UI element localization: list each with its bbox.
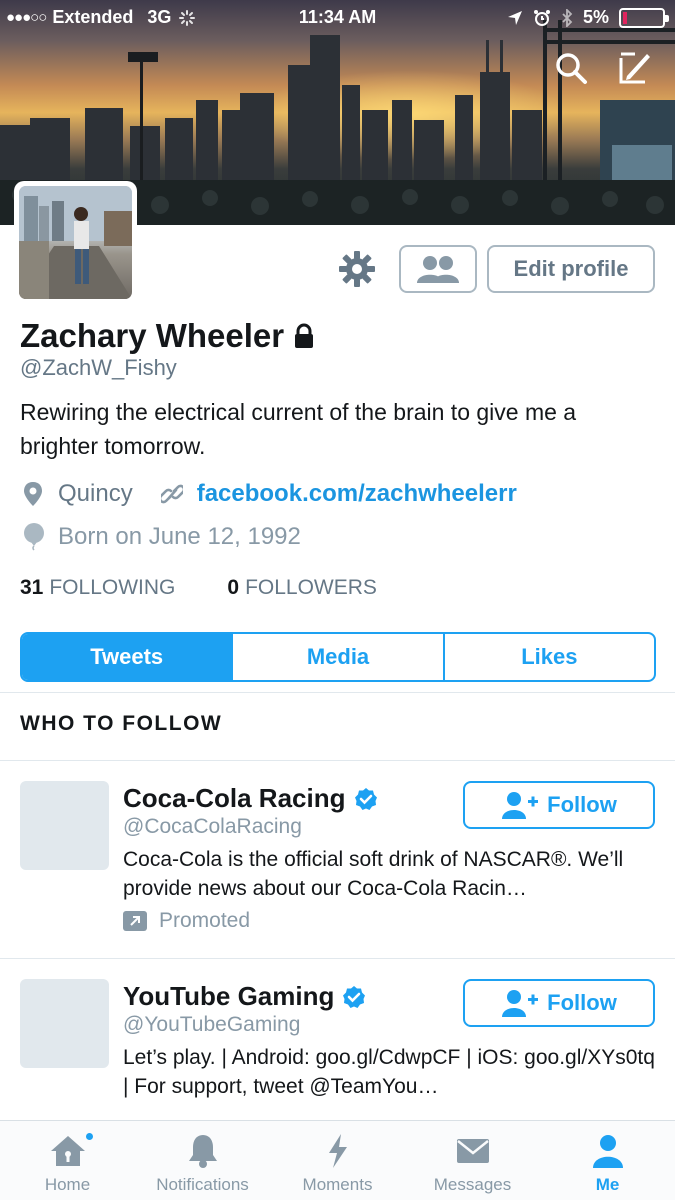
- follow-button-label: Follow: [547, 990, 617, 1015]
- follow-button-label: Follow: [547, 792, 617, 817]
- link-icon: [160, 484, 183, 504]
- following-count: 31: [20, 576, 44, 599]
- edit-profile-button[interactable]: Edit profile: [487, 245, 655, 293]
- nav-home[interactable]: Home: [0, 1121, 135, 1200]
- suggestion-name: YouTube Gaming: [123, 981, 335, 1011]
- bottom-tab-bar: Home Notifications Moments Messages Me: [0, 1120, 675, 1200]
- nav-me[interactable]: Me: [540, 1121, 675, 1200]
- nav-messages[interactable]: Messages: [405, 1121, 540, 1200]
- section-divider: [0, 760, 675, 761]
- add-user-icon: [502, 990, 539, 1017]
- location-arrow-icon: [507, 10, 522, 25]
- nav-moments-label: Moments: [302, 1175, 373, 1194]
- promoted-label: Promoted: [159, 909, 251, 932]
- profile-birthday: Born on June 12, 1992: [58, 523, 301, 550]
- nav-me-label: Me: [595, 1175, 620, 1194]
- envelope-icon: [456, 1139, 489, 1163]
- tab-media[interactable]: Media: [233, 634, 445, 680]
- lightning-icon: [328, 1134, 347, 1168]
- section-divider: [0, 692, 675, 693]
- profile-name-row: Zachary Wheeler: [20, 317, 316, 355]
- bell-icon: [188, 1135, 217, 1168]
- follow-button[interactable]: Follow: [463, 781, 655, 829]
- suggestion-avatar[interactable]: [20, 979, 109, 1068]
- profile-name: Zachary Wheeler: [20, 317, 285, 354]
- follow-counts: 31 FOLLOWING 0 FOLLOWERS: [20, 576, 377, 600]
- alarm-icon: [533, 9, 550, 26]
- add-user-icon: [502, 792, 539, 819]
- suggestion-handle: @CocaColaRacing: [123, 815, 302, 838]
- balloon-icon: [24, 523, 44, 551]
- promoted-icon: [123, 911, 147, 931]
- nav-messages-label: Messages: [433, 1175, 512, 1194]
- follow-button[interactable]: Follow: [463, 979, 655, 1027]
- home-new-badge: [84, 1131, 95, 1142]
- avatar-photo: [19, 186, 132, 299]
- lists-button[interactable]: [399, 245, 477, 293]
- following-count-link[interactable]: 31 FOLLOWING: [20, 576, 175, 600]
- gear-icon[interactable]: [337, 249, 377, 289]
- following-label: FOLLOWING: [49, 576, 176, 599]
- battery-icon: [619, 7, 669, 28]
- profile-handle: @ZachW_Fishy: [20, 355, 177, 380]
- status-bar: ●●●○○ Extended 3G 11:34 AM 5%: [0, 0, 675, 36]
- profile-actions: Edit profile: [337, 245, 655, 293]
- suggestion-name: Coca-Cola Racing: [123, 783, 346, 813]
- card-divider: [0, 958, 675, 959]
- nav-notifications[interactable]: Notifications: [135, 1121, 270, 1200]
- verified-badge-icon: [343, 985, 366, 1008]
- lock-icon: [295, 323, 314, 348]
- tab-tweets[interactable]: Tweets: [22, 634, 234, 680]
- search-icon[interactable]: [553, 50, 589, 86]
- verified-badge-icon: [354, 787, 377, 810]
- profile-bio: Rewiring the electrical current of the b…: [20, 399, 577, 459]
- nav-moments[interactable]: Moments: [270, 1121, 405, 1200]
- profile-meta-row: Quincy facebook.com/zachwheelerr: [22, 480, 517, 508]
- followers-count-link[interactable]: 0 FOLLOWERS: [227, 576, 377, 600]
- promoted-label-row: Promoted: [123, 909, 250, 933]
- followers-count: 0: [227, 576, 240, 599]
- who-to-follow-heading: WHO TO FOLLOW: [20, 712, 223, 735]
- tab-likes[interactable]: Likes: [445, 634, 654, 680]
- location-pin-icon: [24, 482, 42, 506]
- suggestion-handle: @YouTubeGaming: [123, 1013, 301, 1036]
- profile-tabs: Tweets Media Likes: [20, 632, 656, 682]
- profile-website-link[interactable]: facebook.com/zachwheelerr: [197, 480, 517, 508]
- person-icon: [592, 1135, 623, 1168]
- nav-home-label: Home: [44, 1175, 91, 1194]
- suggestion-avatar[interactable]: [20, 781, 109, 870]
- followers-label: FOLLOWERS: [245, 576, 377, 599]
- profile-birthday-row: Born on June 12, 1992: [22, 523, 301, 551]
- profile-location: Quincy: [58, 480, 133, 507]
- suggestion-description: Let’s play. | Android: goo.gl/CdwpCF | i…: [123, 1046, 655, 1098]
- compose-icon[interactable]: [617, 50, 653, 86]
- people-icon: [417, 256, 459, 283]
- bluetooth-icon: [562, 8, 573, 27]
- nav-notifications-label: Notifications: [156, 1175, 249, 1194]
- battery-percent: 5%: [582, 7, 609, 27]
- suggestion-description: Coca-Cola is the official soft drink of …: [123, 848, 624, 900]
- profile-avatar[interactable]: [14, 181, 137, 304]
- home-icon: [50, 1136, 85, 1166]
